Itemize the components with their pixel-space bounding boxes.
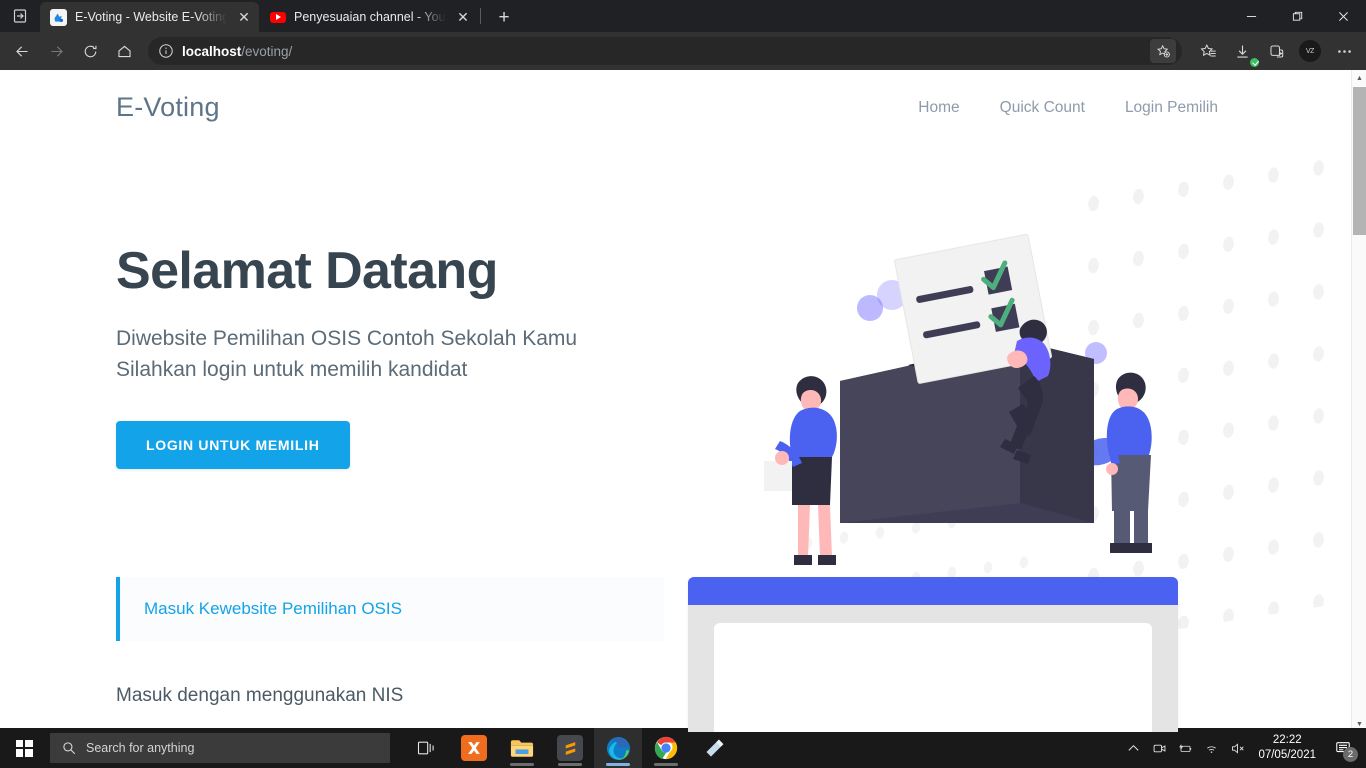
hero-section: Selamat Datang Diwebsite Pemilihan OSIS … — [0, 123, 1351, 469]
site-brand[interactable]: E-Voting — [116, 92, 220, 123]
login-card-body — [688, 605, 1178, 732]
taskbar-app-microsoft-edge[interactable] — [594, 728, 642, 768]
notification-center-button[interactable]: 2 — [1326, 728, 1360, 768]
taskbar-clock[interactable]: 22:22 07/05/2021 — [1250, 728, 1326, 768]
address-bar-actions — [1150, 39, 1176, 63]
hero-subtitle: Diwebsite Pemilihan OSIS Contoh Sekolah … — [116, 324, 676, 385]
new-tab-button[interactable]: + — [489, 2, 519, 32]
lower-section: Masuk Kewebsite Pemilihan OSIS Masuk den… — [0, 577, 1351, 732]
tab-strip: E-Voting - Website E-Voting Con ✕ Penyes… — [0, 0, 519, 32]
app-running-indicator — [558, 763, 582, 766]
home-icon[interactable] — [108, 36, 140, 66]
notification-count-badge: 2 — [1343, 747, 1358, 762]
nav-item-quick-count[interactable]: Quick Count — [1000, 99, 1085, 117]
xampp-icon — [461, 735, 487, 761]
evoting-favicon — [50, 9, 67, 26]
back-icon[interactable] — [6, 36, 38, 66]
address-bar[interactable]: localhost/evoting/ — [148, 37, 1182, 65]
taskbar-app-google-chrome[interactable] — [642, 728, 690, 768]
restore-icon[interactable] — [1274, 0, 1320, 32]
start-button[interactable] — [0, 728, 48, 768]
youtube-favicon — [269, 9, 286, 26]
scrollbar-thumb[interactable] — [1353, 87, 1366, 235]
app-running-indicator — [606, 763, 630, 766]
scroll-up-icon[interactable]: ▲ — [1352, 70, 1366, 86]
info-column: Masuk Kewebsite Pemilihan OSIS Masuk den… — [116, 577, 664, 732]
nav-item-home[interactable]: Home — [918, 99, 959, 117]
tab-title: E-Voting - Website E-Voting Con — [75, 10, 227, 24]
hero-subtitle-line2: Silahkan login untuk memilih kandidat — [116, 358, 467, 381]
page-scrollbar[interactable]: ▲ ▼ — [1351, 70, 1366, 732]
profile-icon[interactable]: VZ — [1294, 36, 1326, 66]
address-text: localhost/evoting/ — [182, 44, 292, 59]
clock-time: 22:22 — [1273, 733, 1302, 748]
window-controls — [1228, 0, 1366, 32]
downloads-icon[interactable] — [1226, 36, 1258, 66]
tab-title: Penyesuaian channel - YouTube S — [294, 10, 446, 24]
microsoft-edge-icon — [605, 735, 631, 761]
notes-app-icon — [701, 735, 727, 761]
windows-logo-icon — [16, 740, 33, 757]
collections-icon[interactable] — [1260, 36, 1292, 66]
hero-subtitle-line1: Diwebsite Pemilihan OSIS Contoh Sekolah … — [116, 327, 577, 350]
tab-close-icon[interactable]: ✕ — [454, 8, 472, 26]
page-viewport: E-Voting Home Quick Count Login Pemilih … — [0, 70, 1366, 732]
task-view-icon[interactable] — [402, 728, 450, 768]
hero-text-block: Selamat Datang Diwebsite Pemilihan OSIS … — [116, 123, 716, 469]
login-card-inner-panel — [714, 623, 1152, 732]
clock-date: 07/05/2021 — [1258, 748, 1316, 763]
browser-tab-evoting[interactable]: E-Voting - Website E-Voting Con ✕ — [40, 2, 259, 32]
taskbar-app-file-explorer[interactable] — [498, 728, 546, 768]
app-running-indicator — [654, 763, 678, 766]
browser-window: E-Voting - Website E-Voting Con ✕ Penyes… — [0, 0, 1366, 768]
info-subtitle: Masuk dengan menggunakan NIS — [116, 685, 664, 707]
profile-avatar: VZ — [1299, 40, 1321, 62]
alert-masuk-website: Masuk Kewebsite Pemilihan OSIS — [116, 577, 664, 641]
taskbar-app-sublime-text[interactable] — [546, 728, 594, 768]
evoting-page: E-Voting Home Quick Count Login Pemilih … — [0, 70, 1351, 732]
search-icon — [62, 741, 76, 755]
download-complete-badge — [1250, 58, 1259, 67]
show-hidden-icons[interactable] — [1120, 728, 1146, 768]
file-explorer-icon — [509, 735, 535, 761]
site-header: E-Voting Home Quick Count Login Pemilih — [0, 70, 1351, 123]
forward-icon[interactable] — [40, 36, 72, 66]
google-chrome-icon — [653, 735, 679, 761]
taskbar-apps — [402, 728, 738, 768]
tab-actions-menu-icon[interactable] — [0, 0, 40, 32]
voting-illustration — [762, 233, 1182, 633]
main-nav: Home Quick Count Login Pemilih — [918, 99, 1218, 117]
browser-toolbar: localhost/evoting/ — [0, 32, 1366, 70]
minimize-icon[interactable] — [1228, 0, 1274, 32]
login-card-header — [688, 577, 1178, 605]
taskbar-search-input[interactable]: Search for anything — [50, 733, 390, 763]
url-host: localhost — [182, 44, 241, 59]
system-tray: 22:22 07/05/2021 2 — [1120, 728, 1366, 768]
login-untuk-memilih-button[interactable]: LOGIN UNTUK MEMILIH — [116, 421, 350, 469]
volume-muted-icon[interactable] — [1224, 728, 1250, 768]
battery-icon[interactable] — [1172, 728, 1198, 768]
info-icon[interactable] — [158, 43, 174, 59]
windows-taskbar: Search for anything — [0, 728, 1366, 768]
app-running-indicator — [510, 763, 534, 766]
wifi-icon[interactable] — [1198, 728, 1224, 768]
tab-divider — [480, 8, 481, 24]
add-favorite-icon[interactable] — [1150, 39, 1176, 63]
close-icon[interactable] — [1320, 0, 1366, 32]
sublime-text-icon — [557, 735, 583, 761]
tab-close-icon[interactable]: ✕ — [235, 8, 253, 26]
url-path: /evoting/ — [241, 44, 292, 59]
browser-tab-youtube[interactable]: Penyesuaian channel - YouTube S ✕ — [259, 2, 478, 32]
reload-icon[interactable] — [74, 36, 106, 66]
taskbar-search-placeholder: Search for anything — [86, 741, 194, 755]
nav-item-login-pemilih[interactable]: Login Pemilih — [1125, 99, 1218, 117]
settings-more-icon[interactable] — [1328, 36, 1360, 66]
taskbar-app-xampp[interactable] — [450, 728, 498, 768]
taskbar-app-notes[interactable] — [690, 728, 738, 768]
meet-now-icon[interactable] — [1146, 728, 1172, 768]
login-card — [688, 577, 1178, 732]
page-title: Selamat Datang — [116, 243, 716, 300]
browser-titlebar: E-Voting - Website E-Voting Con ✕ Penyes… — [0, 0, 1366, 32]
favorites-icon[interactable] — [1192, 36, 1224, 66]
